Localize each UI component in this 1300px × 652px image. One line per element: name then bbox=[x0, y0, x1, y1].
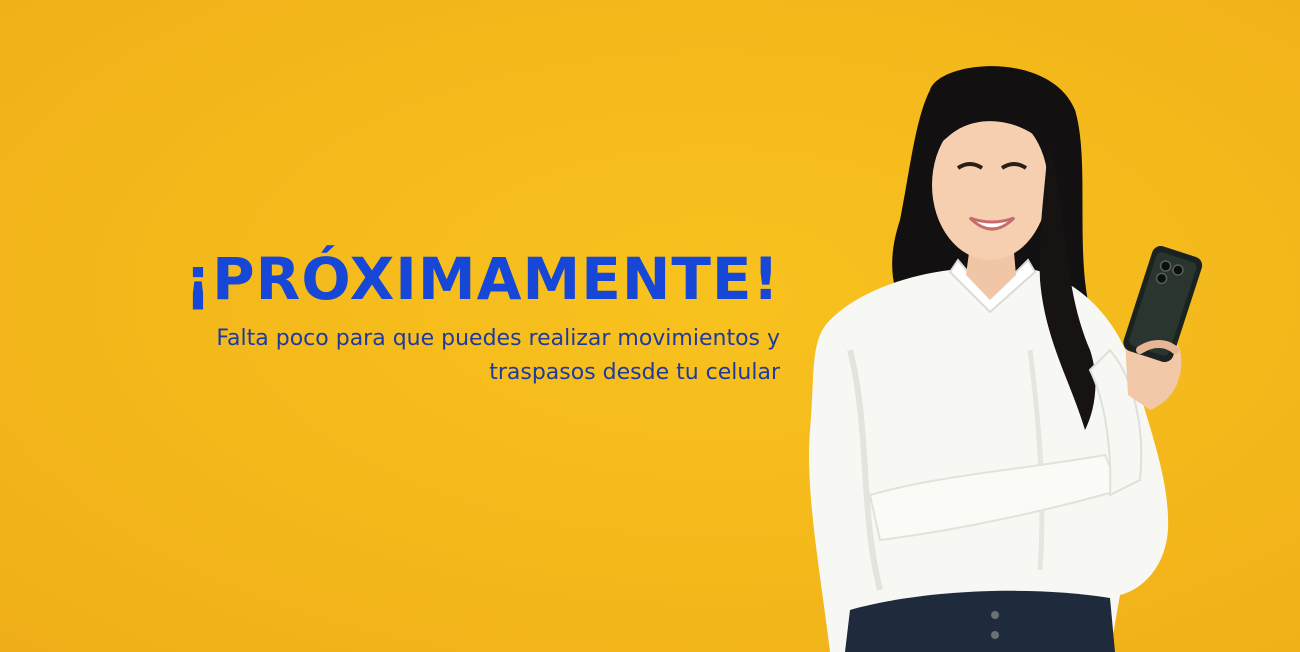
subtitle: Falta poco para que puedes realizar movi… bbox=[185, 322, 780, 390]
subtitle-line-2: traspasos desde tu celular bbox=[489, 360, 780, 385]
promo-text-block: ¡PRÓXIMAMENTE! Falta poco para que puede… bbox=[185, 250, 780, 390]
headline: ¡PRÓXIMAMENTE! bbox=[184, 245, 780, 313]
subtitle-line-1: Falta poco para que puedes realizar movi… bbox=[216, 326, 780, 351]
woman-with-phone-photo bbox=[809, 66, 1203, 652]
promo-banner: ¡PRÓXIMAMENTE! Falta poco para que puede… bbox=[0, 0, 1300, 652]
